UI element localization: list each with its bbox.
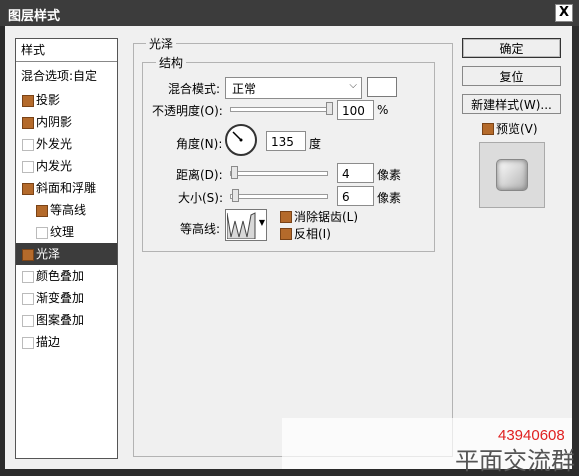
sidebar-item-checkbox[interactable] [22, 337, 34, 349]
satin-color-swatch[interactable] [367, 77, 397, 97]
sidebar-item-9[interactable]: 渐变叠加 [16, 287, 117, 309]
sidebar-item-5[interactable]: 等高线 [16, 199, 117, 221]
sidebar-item-2[interactable]: 外发光 [16, 133, 117, 155]
antialias-checkbox[interactable] [280, 211, 292, 223]
sidebar-item-checkbox[interactable] [22, 161, 34, 173]
sidebar-item-7[interactable]: 光泽 [16, 243, 117, 265]
chevron-down-icon: ▼ [258, 218, 265, 227]
sidebar-item-checkbox[interactable] [22, 271, 34, 283]
angle-input[interactable]: 135 [266, 131, 306, 151]
sidebar-item-10[interactable]: 图案叠加 [16, 309, 117, 331]
invert-checkbox[interactable] [280, 228, 292, 240]
sidebar-item-label: 内发光 [36, 159, 73, 173]
invert-label[interactable]: 反相(I) [294, 225, 331, 242]
sidebar-item-checkbox[interactable] [22, 139, 34, 151]
sidebar-item-4[interactable]: 斜面和浮雕 [16, 177, 117, 199]
distance-slider[interactable] [230, 171, 328, 176]
contour-label: 等高线: [180, 222, 221, 236]
chevron-down-icon: ⌵ [349, 80, 357, 91]
blend-mode-select[interactable]: 正常 ⌵ [225, 77, 362, 99]
sidebar-item-checkbox[interactable] [22, 315, 34, 327]
sidebar-item-label: 等高线 [50, 203, 87, 217]
angle-unit: 度 [309, 137, 322, 151]
distance-input[interactable]: 4 [337, 163, 374, 183]
background-strip [572, 26, 579, 469]
size-unit: 像素 [377, 191, 402, 205]
sidebar-item-label: 外发光 [36, 137, 73, 151]
watermark-text: 平面交流群 [455, 447, 575, 475]
sidebar-item-checkbox[interactable] [22, 117, 34, 129]
sidebar-item-label: 光泽 [36, 247, 61, 261]
sidebar-item-label: 渐变叠加 [36, 291, 85, 305]
sidebar-item-checkbox[interactable] [22, 95, 34, 107]
sidebar-item-label: 纹理 [50, 225, 75, 239]
blend-mode-value: 正常 [232, 82, 257, 96]
blend-options-label: 混合选项:自定 [21, 69, 98, 83]
distance-unit: 像素 [377, 168, 402, 182]
styles-list: 样式 混合选项:自定 投影内阴影外发光内发光斜面和浮雕等高线纹理光泽颜色叠加渐变… [15, 38, 118, 459]
sidebar-item-label: 投影 [36, 93, 61, 107]
size-label: 大小(S): [178, 191, 224, 205]
opacity-unit: % [377, 103, 389, 117]
distance-slider-thumb[interactable] [231, 166, 238, 179]
sidebar-item-checkbox[interactable] [22, 249, 34, 261]
reset-button[interactable]: 复位 [462, 66, 561, 86]
structure-title: 结构 [156, 54, 187, 71]
preview-checkbox[interactable] [482, 123, 494, 135]
size-input[interactable]: 6 [337, 186, 374, 206]
antialias-label[interactable]: 消除锯齿(L) [294, 208, 358, 225]
contour-curve-icon [227, 212, 256, 239]
blend-mode-label: 混合模式: [168, 82, 221, 96]
sidebar-item-label: 颜色叠加 [36, 269, 85, 283]
blend-options-item[interactable]: 混合选项:自定 [16, 65, 117, 87]
window-title: 图层样式 [8, 9, 61, 24]
sidebar-item-checkbox[interactable] [22, 293, 34, 305]
sidebar-item-checkbox[interactable] [36, 227, 48, 239]
sidebar-item-0[interactable]: 投影 [16, 89, 117, 111]
ok-button[interactable]: 确定 [462, 38, 561, 58]
angle-label: 角度(N): [176, 137, 223, 151]
distance-label: 距离(D): [176, 168, 223, 182]
angle-dial[interactable] [225, 124, 257, 156]
title-bar: 图层样式 X [0, 0, 579, 26]
sidebar-item-8[interactable]: 颜色叠加 [16, 265, 117, 287]
sidebar-item-3[interactable]: 内发光 [16, 155, 117, 177]
preview-label[interactable]: 预览(V) [496, 120, 538, 137]
contour-picker[interactable]: ▼ [225, 209, 267, 241]
preview-box [479, 142, 545, 208]
sidebar-item-label: 图案叠加 [36, 313, 85, 327]
sidebar-item-label: 描边 [36, 335, 61, 349]
opacity-slider[interactable] [230, 107, 332, 112]
sidebar-item-1[interactable]: 内阴影 [16, 111, 117, 133]
new-style-button[interactable]: 新建样式(W)... [462, 94, 561, 114]
sidebar-item-label: 内阴影 [36, 115, 73, 129]
sidebar-item-6[interactable]: 纹理 [16, 221, 117, 243]
preview-thumbnail [496, 159, 528, 191]
sidebar-item-checkbox[interactable] [36, 205, 48, 217]
sidebar-item-11[interactable]: 描边 [16, 331, 117, 353]
close-button[interactable]: X [555, 4, 573, 22]
styles-header-label: 样式 [21, 43, 46, 57]
size-slider-thumb[interactable] [232, 189, 239, 202]
sidebar-item-checkbox[interactable] [22, 183, 34, 195]
sidebar-item-label: 斜面和浮雕 [36, 181, 97, 195]
opacity-label: 不透明度(O): [152, 104, 223, 118]
opacity-input[interactable]: 100 [337, 100, 374, 120]
size-slider[interactable] [230, 194, 328, 199]
opacity-slider-thumb[interactable] [326, 102, 333, 115]
angle-needle-icon [232, 131, 243, 142]
styles-header[interactable]: 样式 [16, 39, 117, 62]
satin-section-title: 光泽 [146, 35, 177, 52]
